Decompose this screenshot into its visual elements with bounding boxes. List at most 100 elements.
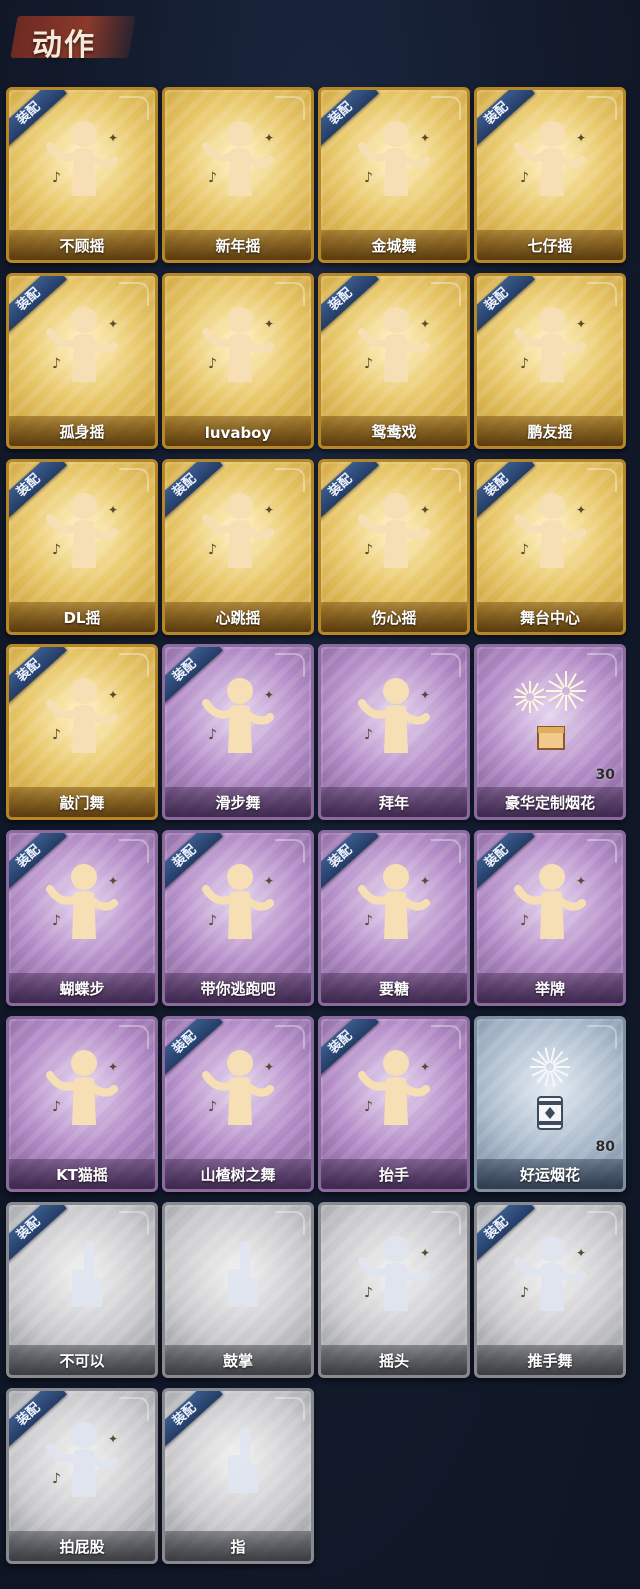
equipped-badge-label: 装配	[165, 647, 223, 707]
clap-hands-icon	[188, 1227, 288, 1327]
emote-name: 舞台中心	[519, 609, 580, 627]
emote-card[interactable]: ♪ ✦ KT猫摇	[6, 1016, 158, 1192]
emote-card[interactable]: ♪ ✦ 带你逃跑吧 装配	[162, 830, 314, 1006]
fireworks-box-icon	[500, 669, 600, 769]
svg-text:✦: ✦	[108, 1432, 118, 1446]
equipped-badge-label: 装配	[321, 90, 379, 150]
equipped-badge-label: 装配	[477, 833, 535, 893]
equipped-badge: 装配	[321, 276, 381, 336]
equipped-badge: 装配	[321, 90, 381, 150]
svg-text:♪: ♪	[520, 356, 529, 372]
svg-text:♪: ♪	[364, 913, 373, 929]
emote-name: 蝴蝶步	[59, 980, 105, 998]
equipped-badge-label: 装配	[321, 833, 379, 893]
svg-text:♪: ♪	[52, 1099, 61, 1115]
emote-name: 拜年	[378, 794, 409, 812]
emote-card[interactable]: ♪ ✦ 摇头	[318, 1202, 470, 1378]
svg-text:✦: ✦	[576, 503, 586, 517]
emote-card[interactable]: ♪ ✦ 要糖 装配	[318, 830, 470, 1006]
svg-text:♪: ♪	[520, 1285, 529, 1301]
emote-name: 拍屁股	[59, 1538, 105, 1556]
equipped-badge-label: 装配	[9, 833, 67, 893]
emote-card[interactable]: ♪ ✦ 鸳鸯戏 装配	[318, 273, 470, 449]
emote-card[interactable]: ♪ ✦ 蝴蝶步 装配	[6, 830, 158, 1006]
item-count: 80	[595, 1139, 615, 1155]
emote-card[interactable]: 不可以 装配	[6, 1202, 158, 1378]
svg-text:♪: ♪	[52, 913, 61, 929]
svg-text:✦: ✦	[576, 1246, 586, 1260]
figure-bow-icon: ♪ ✦	[344, 669, 444, 769]
emote-card[interactable]: ♪ ✦ luvaboy	[162, 273, 314, 449]
emote-card[interactable]: 指 装配	[162, 1388, 314, 1564]
emote-card[interactable]: 鼓掌	[162, 1202, 314, 1378]
emote-card[interactable]: ♪ ✦ 舞台中心 装配	[474, 459, 626, 635]
emote-card[interactable]: ♪ ✦ 拜年	[318, 644, 470, 820]
svg-text:✦: ✦	[108, 131, 118, 145]
emote-name: 指	[230, 1538, 246, 1556]
equipped-badge-label: 装配	[477, 1205, 535, 1265]
emote-card[interactable]: ♪ ✦ 不顾摇 装配	[6, 87, 158, 263]
svg-text:✦: ✦	[420, 1246, 430, 1260]
emote-card[interactable]: ♪ ✦ 敲门舞 装配	[6, 644, 158, 820]
equipped-badge-label: 装配	[321, 276, 379, 336]
svg-text:♪: ♪	[364, 1099, 373, 1115]
firework-can-icon	[500, 1041, 600, 1141]
emote-card[interactable]: ♪ ✦ 七仔摇 装配	[474, 87, 626, 263]
emote-name: 不可以	[59, 1352, 105, 1370]
emote-name: 要糖	[378, 980, 409, 998]
emote-card[interactable]: ♪ ✦ 山楂树之舞 装配	[162, 1016, 314, 1192]
svg-text:♪: ♪	[520, 170, 529, 186]
svg-text:♪: ♪	[364, 727, 373, 743]
emote-card[interactable]: 30 豪华定制烟花	[474, 644, 626, 820]
svg-text:✦: ✦	[576, 874, 586, 888]
svg-text:♪: ♪	[364, 170, 373, 186]
svg-text:♪: ♪	[520, 913, 529, 929]
svg-text:♪: ♪	[52, 542, 61, 558]
svg-text:♪: ♪	[208, 170, 217, 186]
emote-name: 鼓掌	[222, 1352, 253, 1370]
equipped-badge: 装配	[9, 647, 69, 707]
emote-card[interactable]: ♪ ✦ 孤身摇 装配	[6, 273, 158, 449]
figure-clap-icon: ♪ ✦	[188, 112, 288, 212]
svg-text:✦: ✦	[264, 503, 274, 517]
emote-name: 心跳摇	[215, 609, 261, 627]
emote-name: 鸳鸯戏	[371, 423, 417, 441]
equipped-badge: 装配	[321, 833, 381, 893]
equipped-badge: 装配	[9, 1391, 69, 1451]
equipped-badge: 装配	[477, 1205, 537, 1265]
equipped-badge: 装配	[321, 462, 381, 522]
equipped-badge-label: 装配	[477, 276, 535, 336]
equipped-badge-label: 装配	[9, 90, 67, 150]
equipped-badge: 装配	[165, 1019, 225, 1079]
emote-card[interactable]: ♪ ✦ 举牌 装配	[474, 830, 626, 1006]
emote-card[interactable]: ♪ ✦ 抬手 装配	[318, 1016, 470, 1192]
emote-card[interactable]: ♪ ✦ 拍屁股 装配	[6, 1388, 158, 1564]
equipped-badge-label: 装配	[477, 462, 535, 522]
emote-card[interactable]: ♪ ✦ 推手舞 装配	[474, 1202, 626, 1378]
emote-card[interactable]: 80 好运烟花	[474, 1016, 626, 1192]
svg-text:✦: ✦	[264, 131, 274, 145]
emote-name: 伤心摇	[371, 609, 417, 627]
svg-text:♪: ♪	[52, 170, 61, 186]
equipped-badge-label: 装配	[165, 833, 223, 893]
svg-text:♪: ♪	[364, 1285, 373, 1301]
emote-name: 摇头	[378, 1352, 409, 1370]
emote-card[interactable]: ♪ ✦ 伤心摇 装配	[318, 459, 470, 635]
emote-grid: ♪ ✦ 不顾摇 装配 ♪ ✦ 新年摇 ♪ ✦ 金城舞 装配 ♪ ✦ 七仔摇 装配…	[0, 0, 640, 1589]
emote-name: KT猫摇	[56, 1166, 108, 1184]
svg-text:✦: ✦	[420, 503, 430, 517]
emote-card[interactable]: ♪ ✦ 滑步舞 装配	[162, 644, 314, 820]
emote-card[interactable]: ♪ ✦ 金城舞 装配	[318, 87, 470, 263]
emote-name: 不顾摇	[59, 237, 105, 255]
emote-card[interactable]: ♪ ✦ DL摇 装配	[6, 459, 158, 635]
emote-name: DL摇	[63, 609, 101, 627]
emote-card[interactable]: ♪ ✦ 心跳摇 装配	[162, 459, 314, 635]
equipped-badge-label: 装配	[9, 1205, 67, 1265]
svg-text:✦: ✦	[108, 874, 118, 888]
svg-text:♪: ♪	[208, 542, 217, 558]
equipped-badge-label: 装配	[9, 462, 67, 522]
emote-card[interactable]: ♪ ✦ 鹏友摇 装配	[474, 273, 626, 449]
svg-text:✦: ✦	[576, 317, 586, 331]
emote-card[interactable]: ♪ ✦ 新年摇	[162, 87, 314, 263]
equipped-badge-label: 装配	[9, 1391, 67, 1451]
